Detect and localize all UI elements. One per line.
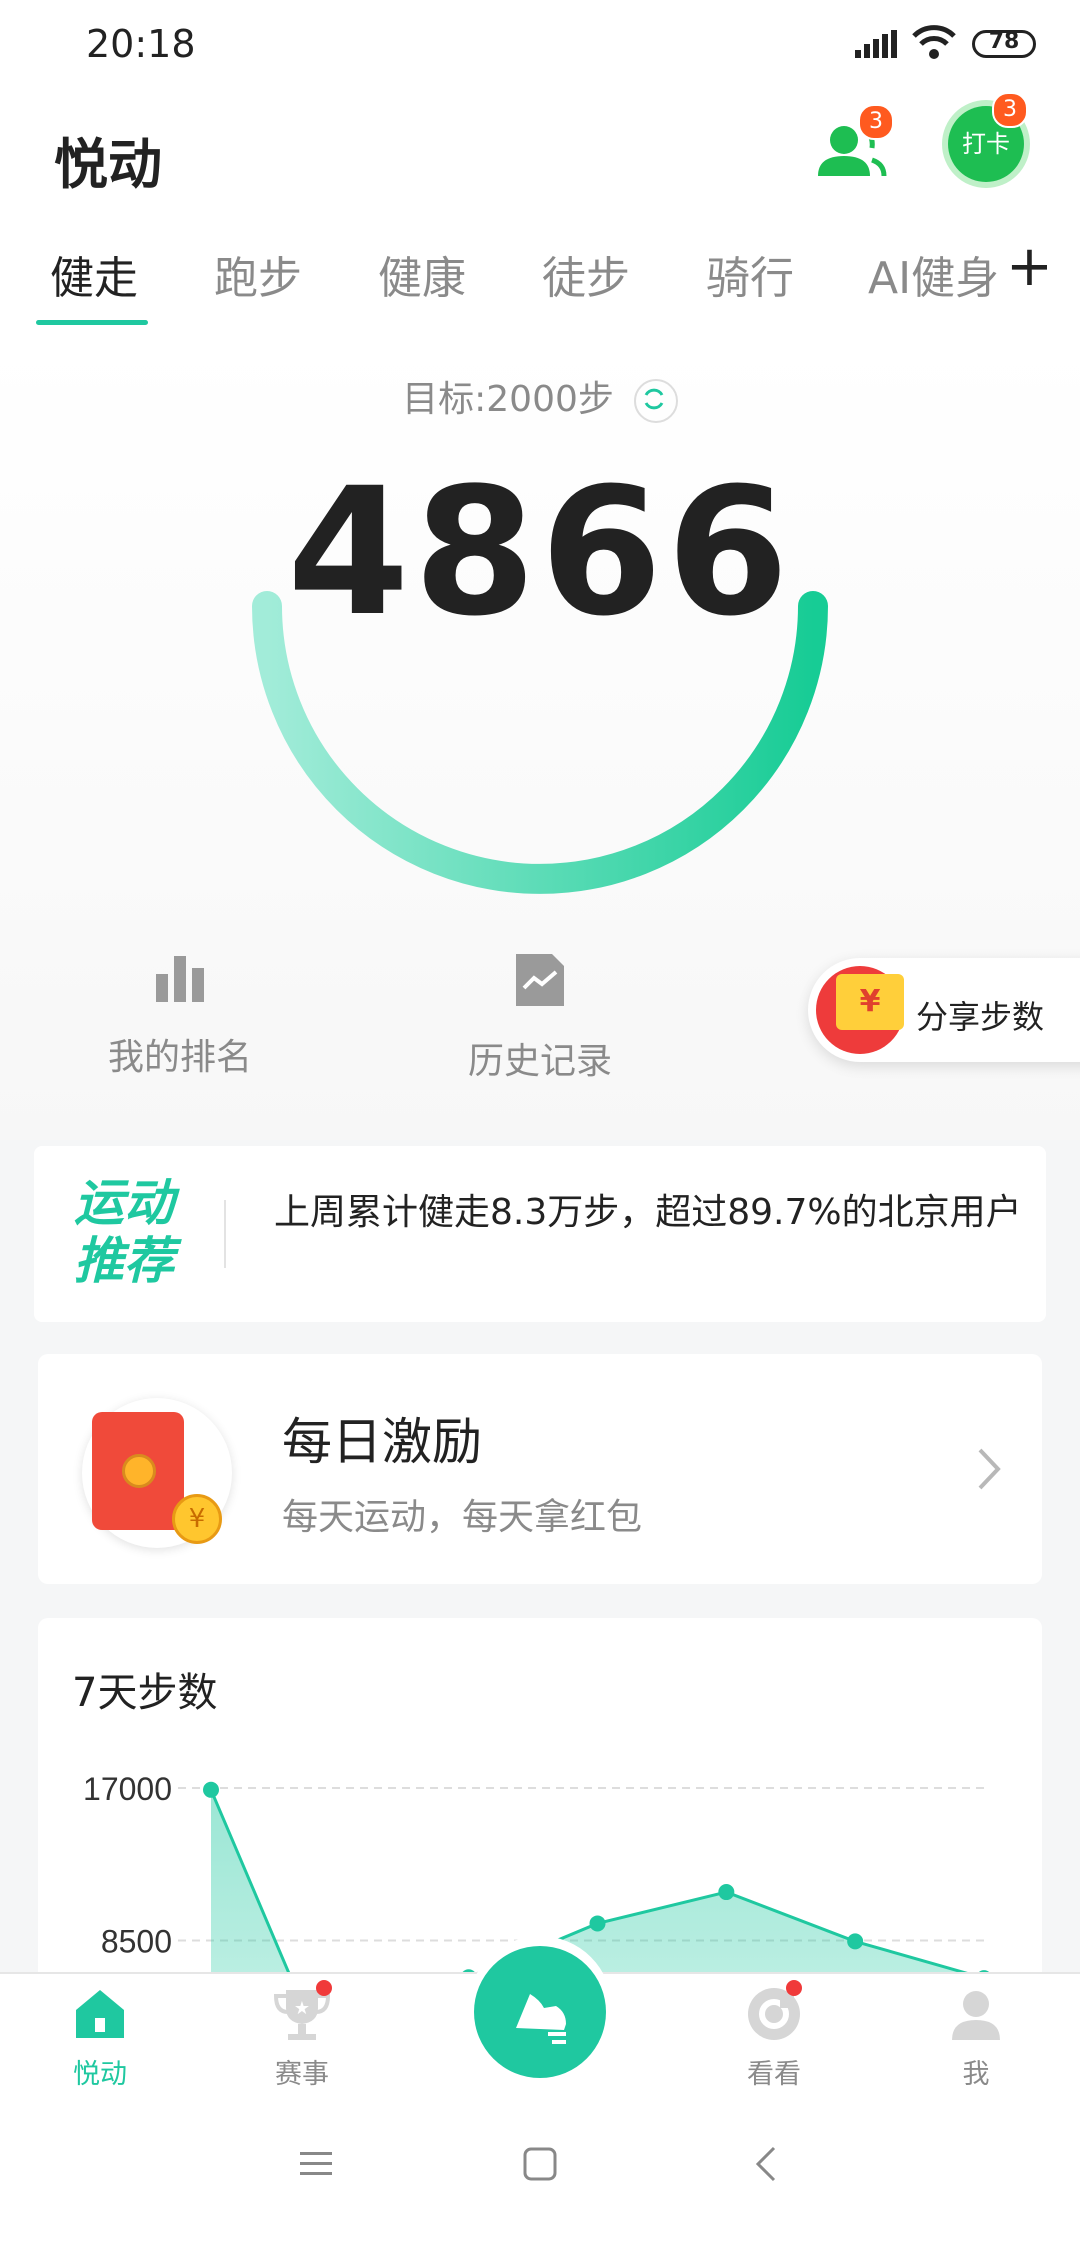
history-link[interactable]: 历史记录 [420,950,660,1084]
tab-ai-fitness[interactable]: AI健身 [868,242,999,306]
red-envelope-icon: ¥ [82,1398,232,1548]
status-time: 20:18 [86,22,196,66]
nav-label-profile: 我 [962,2059,990,2090]
tab-walking[interactable]: 健走 [50,242,138,306]
svg-text:★: ★ [294,1998,310,2019]
trophy-icon: ★ [272,1980,332,2044]
step-counter-panel: 目标:2000步 4866 我的排名 历史记录 ¥ 分享步数 [0,340,1080,1140]
daily-reward-card[interactable]: ¥ 每日激励 每天运动，每天拿红包 [38,1354,1042,1584]
envelope-clasp [122,1454,156,1488]
sport-tab-bar: 健走 跑步 健康 徒步 骑行 AI健身 + [0,220,1080,340]
add-tab-button[interactable]: + [1006,234,1053,299]
profile-icon [946,1984,1006,2044]
tab-hiking[interactable]: 徒步 [542,242,630,306]
friends-button[interactable]: 3 [812,104,894,192]
data-point[interactable] [718,1884,735,1901]
back-icon[interactable] [752,2144,780,2184]
nav-label-discover: 看看 [747,2059,801,2090]
nav-label-home: 悦动 [73,2059,127,2090]
reward-subtitle: 每天运动，每天拿红包 [282,1497,643,1538]
events-notification-dot [316,1980,332,1996]
nav-item-home[interactable]: 悦动 [20,1984,180,2091]
signal-icon [855,30,897,58]
menu-icon[interactable] [298,2148,334,2180]
compass-icon [744,1980,804,2044]
refresh-icon[interactable] [633,379,678,423]
goal-row: 目标:2000步 [0,370,1080,423]
recommendation-tag: 运动推荐 [74,1174,174,1290]
tab-health[interactable]: 健康 [378,242,466,306]
tab-running[interactable]: 跑步 [214,242,302,306]
nav-label-events: 赛事 [275,2059,329,2090]
bar-chart-icon [156,956,204,1002]
checkin-label: 打卡 [962,130,1010,158]
data-point[interactable] [589,1915,606,1932]
running-shoe-icon [516,1994,566,2044]
app-header: 悦动 3 打卡 3 [0,90,1080,220]
my-ranking-label: 我的排名 [107,1037,252,1078]
checkin-badge: 3 [992,92,1028,128]
discover-notification-dot [786,1980,802,1996]
history-chart-icon [516,954,564,1006]
coin-icon: ¥ [172,1494,222,1544]
status-bar: 20:18 78 [0,0,1080,90]
home-icon [70,1984,130,2044]
chevron-right-icon [978,1448,1001,1490]
app-title: 悦动 [54,133,162,196]
share-steps-button[interactable]: ¥ 分享步数 [808,958,1080,1062]
progress-arc [252,591,828,894]
system-nav-bar [0,2110,1080,2244]
nav-item-profile[interactable]: 我 [896,1984,1056,2091]
checkin-button[interactable]: 打卡 3 [948,92,1028,182]
share-yuan-icon: ¥ [836,974,904,1030]
friends-badge: 3 [858,104,894,140]
recommendation-card[interactable]: 运动推荐 上周累计健走8.3万步，超过89.7%的北京用户 [34,1146,1046,1322]
reward-title: 每日激励 [282,1413,482,1471]
data-point[interactable] [847,1933,864,1950]
wifi-icon [912,25,956,59]
bottom-nav: 悦动 ★ 赛事 看看 我 [0,1946,1080,2112]
my-ranking-link[interactable]: 我的排名 [60,950,300,1080]
nav-item-events[interactable]: ★ 赛事 [222,1980,382,2091]
nav-item-discover[interactable]: 看看 [694,1980,854,2091]
battery-level: 78 [988,29,1020,54]
home-square-icon[interactable] [522,2146,558,2182]
nav-item-start-workout[interactable] [474,1946,606,2078]
history-label: 历史记录 [467,1041,612,1082]
share-steps-label: 分享步数 [916,998,1045,1036]
active-tab-indicator [36,320,148,325]
recommendation-text: 上周累计健走8.3万步，超过89.7%的北京用户 [274,1192,1022,1233]
divider [224,1200,226,1268]
tab-cycling[interactable]: 骑行 [706,242,794,306]
battery-icon: 78 [972,29,1036,58]
y-tick-label: 17000 [83,1771,172,1807]
data-point[interactable] [203,1781,219,1798]
y-tick-label: 8500 [101,1924,172,1960]
goal-text: 目标:2000步 [402,379,614,420]
